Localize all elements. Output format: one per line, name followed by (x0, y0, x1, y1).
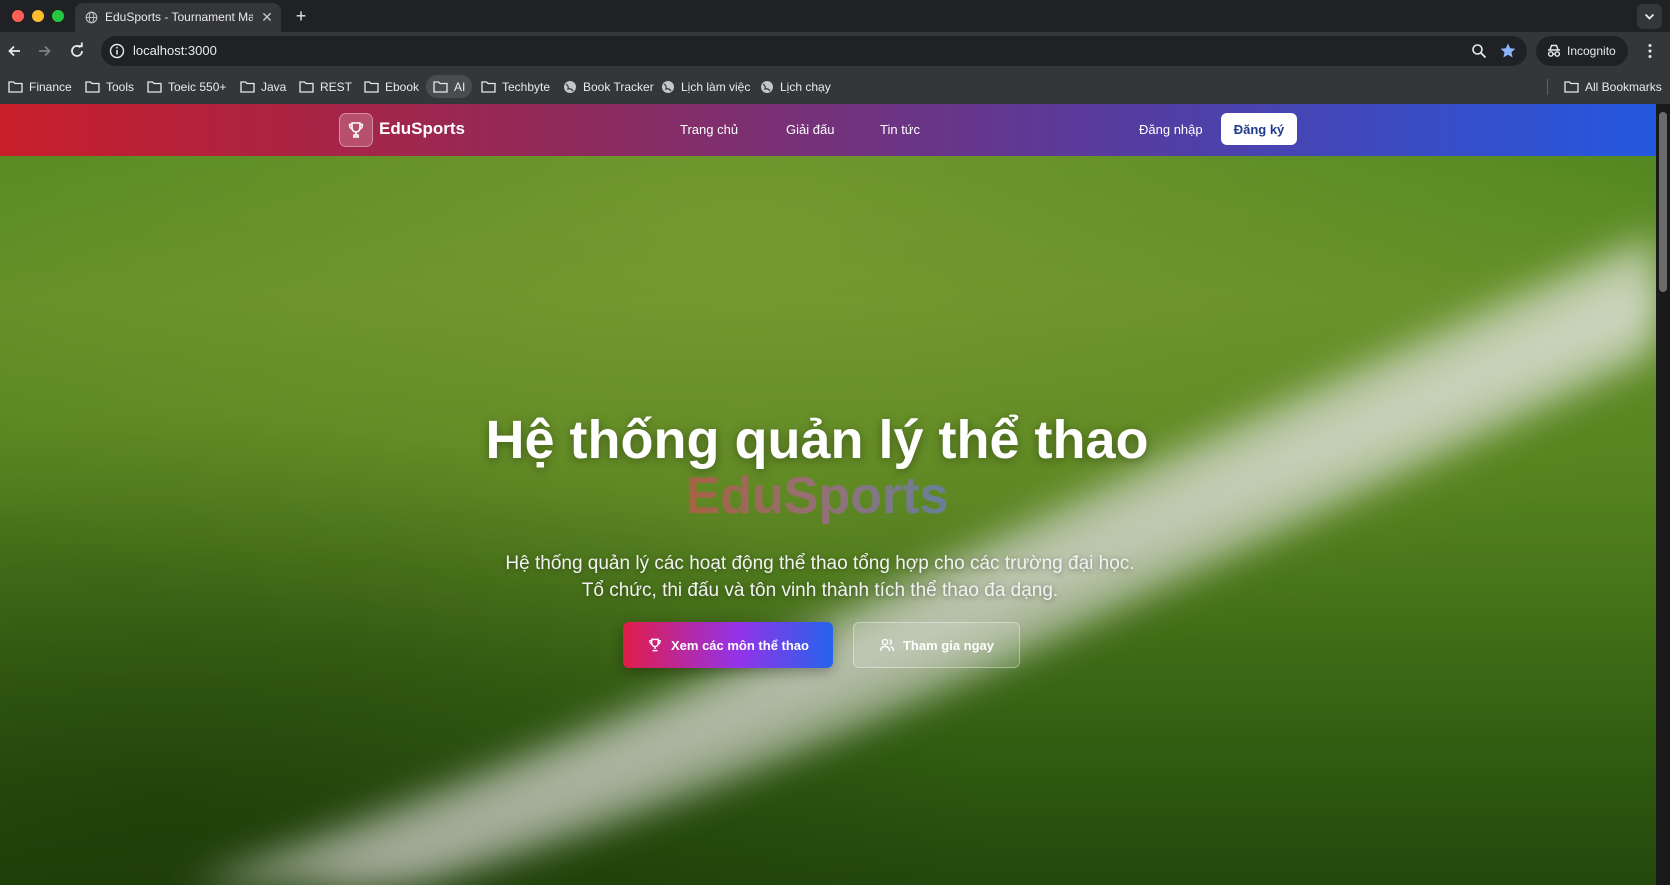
bookmark-tools[interactable]: Tools (81, 75, 138, 98)
folder-icon (1564, 81, 1579, 93)
page-scrollbar[interactable] (1656, 104, 1670, 885)
trophy-icon (649, 638, 661, 652)
close-window-button[interactable] (12, 10, 24, 22)
minimize-window-button[interactable] (32, 10, 44, 22)
folder-icon (8, 81, 23, 93)
reload-icon[interactable] (67, 41, 87, 61)
globe-icon (564, 80, 576, 93)
all-bookmarks[interactable]: All Bookmarks (1560, 75, 1666, 98)
address-bar[interactable]: localhost:3000 (101, 36, 1527, 66)
zoom-icon[interactable] (1471, 43, 1487, 59)
nav-link-tournaments[interactable]: Giải đấu (786, 122, 834, 137)
bookmark-label: Toeic 550+ (168, 79, 227, 94)
new-tab-button[interactable]: + (290, 5, 312, 27)
hero-title: Hệ thống quản lý thể thao (485, 410, 1149, 470)
bookmarks-divider (1547, 79, 1548, 95)
bookmark-techbyte[interactable]: Techbyte (477, 75, 554, 98)
more-menu-icon[interactable] (1640, 41, 1660, 61)
bookmark-label: AI (454, 79, 466, 94)
bookmark-label: Book Tracker (583, 79, 654, 94)
bookmark-label: Tools (106, 79, 135, 94)
chevron-down-icon (1644, 13, 1655, 20)
trophy-icon (348, 122, 364, 138)
page-viewport: EduSports Trang chủ Giải đấu Tin tức Đăn… (0, 104, 1656, 885)
bookmark-label: Java (261, 79, 287, 94)
bookmark-book-tracker[interactable]: Book Tracker (559, 75, 658, 98)
bookmark-label: Lịch làm việc (681, 79, 751, 94)
maximize-window-button[interactable] (52, 10, 64, 22)
info-icon[interactable] (109, 43, 125, 59)
folder-icon (433, 81, 448, 93)
view-sports-button-label: Xem các môn thể thao (671, 637, 809, 653)
globe-icon (85, 11, 98, 24)
bookmark-label: Lịch chạy (780, 79, 831, 94)
join-now-button[interactable]: Tham gia ngay (853, 622, 1020, 668)
view-sports-button[interactable]: Xem các môn thể thao (623, 622, 833, 668)
bookmark-toeic[interactable]: Toeic 550+ (143, 75, 230, 98)
nav-link-home[interactable]: Trang chủ (680, 122, 738, 137)
globe-icon (662, 80, 674, 93)
logo-badge[interactable] (339, 113, 373, 147)
site-logo-text[interactable]: EduSports (379, 119, 465, 139)
bookmark-rest[interactable]: REST (295, 75, 356, 98)
scrollbar-thumb[interactable] (1659, 112, 1667, 292)
bookmark-label: REST (320, 79, 353, 94)
folder-icon (240, 81, 255, 93)
login-link[interactable]: Đăng nhập (1139, 122, 1203, 137)
users-icon (879, 638, 895, 652)
incognito-label: Incognito (1567, 44, 1616, 58)
folder-icon (481, 81, 496, 93)
folder-icon (364, 81, 379, 93)
folder-icon (85, 81, 100, 93)
hero-brand: EduSports (0, 466, 1634, 526)
bookmark-finance[interactable]: Finance (4, 75, 76, 98)
hero-subtitle: Hệ thống quản lý các hoạt động thể thao … (505, 553, 1135, 601)
bookmark-label: Ebook (385, 79, 420, 94)
tab-search-button[interactable] (1637, 4, 1662, 29)
back-icon[interactable] (5, 41, 25, 61)
bookmark-ebook[interactable]: Ebook (360, 75, 423, 98)
bookmark-lich-lam-viec[interactable]: Lịch làm việc (657, 75, 754, 98)
url-text[interactable]: localhost:3000 (133, 43, 217, 58)
bookmark-lich-chay[interactable]: Lịch chạy (756, 75, 835, 98)
site-header: EduSports Trang chủ Giải đấu Tin tức Đăn… (0, 104, 1656, 156)
globe-icon (761, 80, 773, 93)
bookmarks-bar: Finance Tools Toeic 550+ Java REST Ebook… (0, 70, 1670, 104)
register-button-label: Đăng ký (1233, 121, 1285, 137)
browser-tab[interactable]: EduSports - Tournament Management ✕ (75, 3, 281, 32)
close-tab-icon[interactable]: ✕ (259, 9, 275, 25)
tab-title: EduSports - Tournament Management (105, 10, 253, 24)
join-now-button-label: Tham gia ngay (902, 637, 995, 653)
forward-icon[interactable] (34, 41, 54, 61)
hero-brand-text: EduSports (685, 467, 949, 525)
bookmark-label: Techbyte (502, 79, 551, 94)
bookmark-java[interactable]: Java (236, 75, 290, 98)
incognito-indicator[interactable]: Incognito (1536, 36, 1628, 66)
register-button[interactable]: Đăng ký (1221, 113, 1297, 145)
all-bookmarks-label: All Bookmarks (1585, 79, 1662, 94)
bookmark-star-icon[interactable] (1499, 42, 1517, 60)
incognito-icon (1547, 44, 1561, 57)
bookmark-ai[interactable]: AI (426, 75, 473, 98)
folder-icon (147, 81, 162, 93)
bookmark-label: Finance (29, 79, 72, 94)
nav-link-news[interactable]: Tin tức (880, 122, 920, 137)
browser-toolbar: localhost:3000 Incognito (0, 32, 1670, 70)
folder-icon (299, 81, 314, 93)
tab-strip: EduSports - Tournament Management ✕ + (0, 0, 1670, 32)
